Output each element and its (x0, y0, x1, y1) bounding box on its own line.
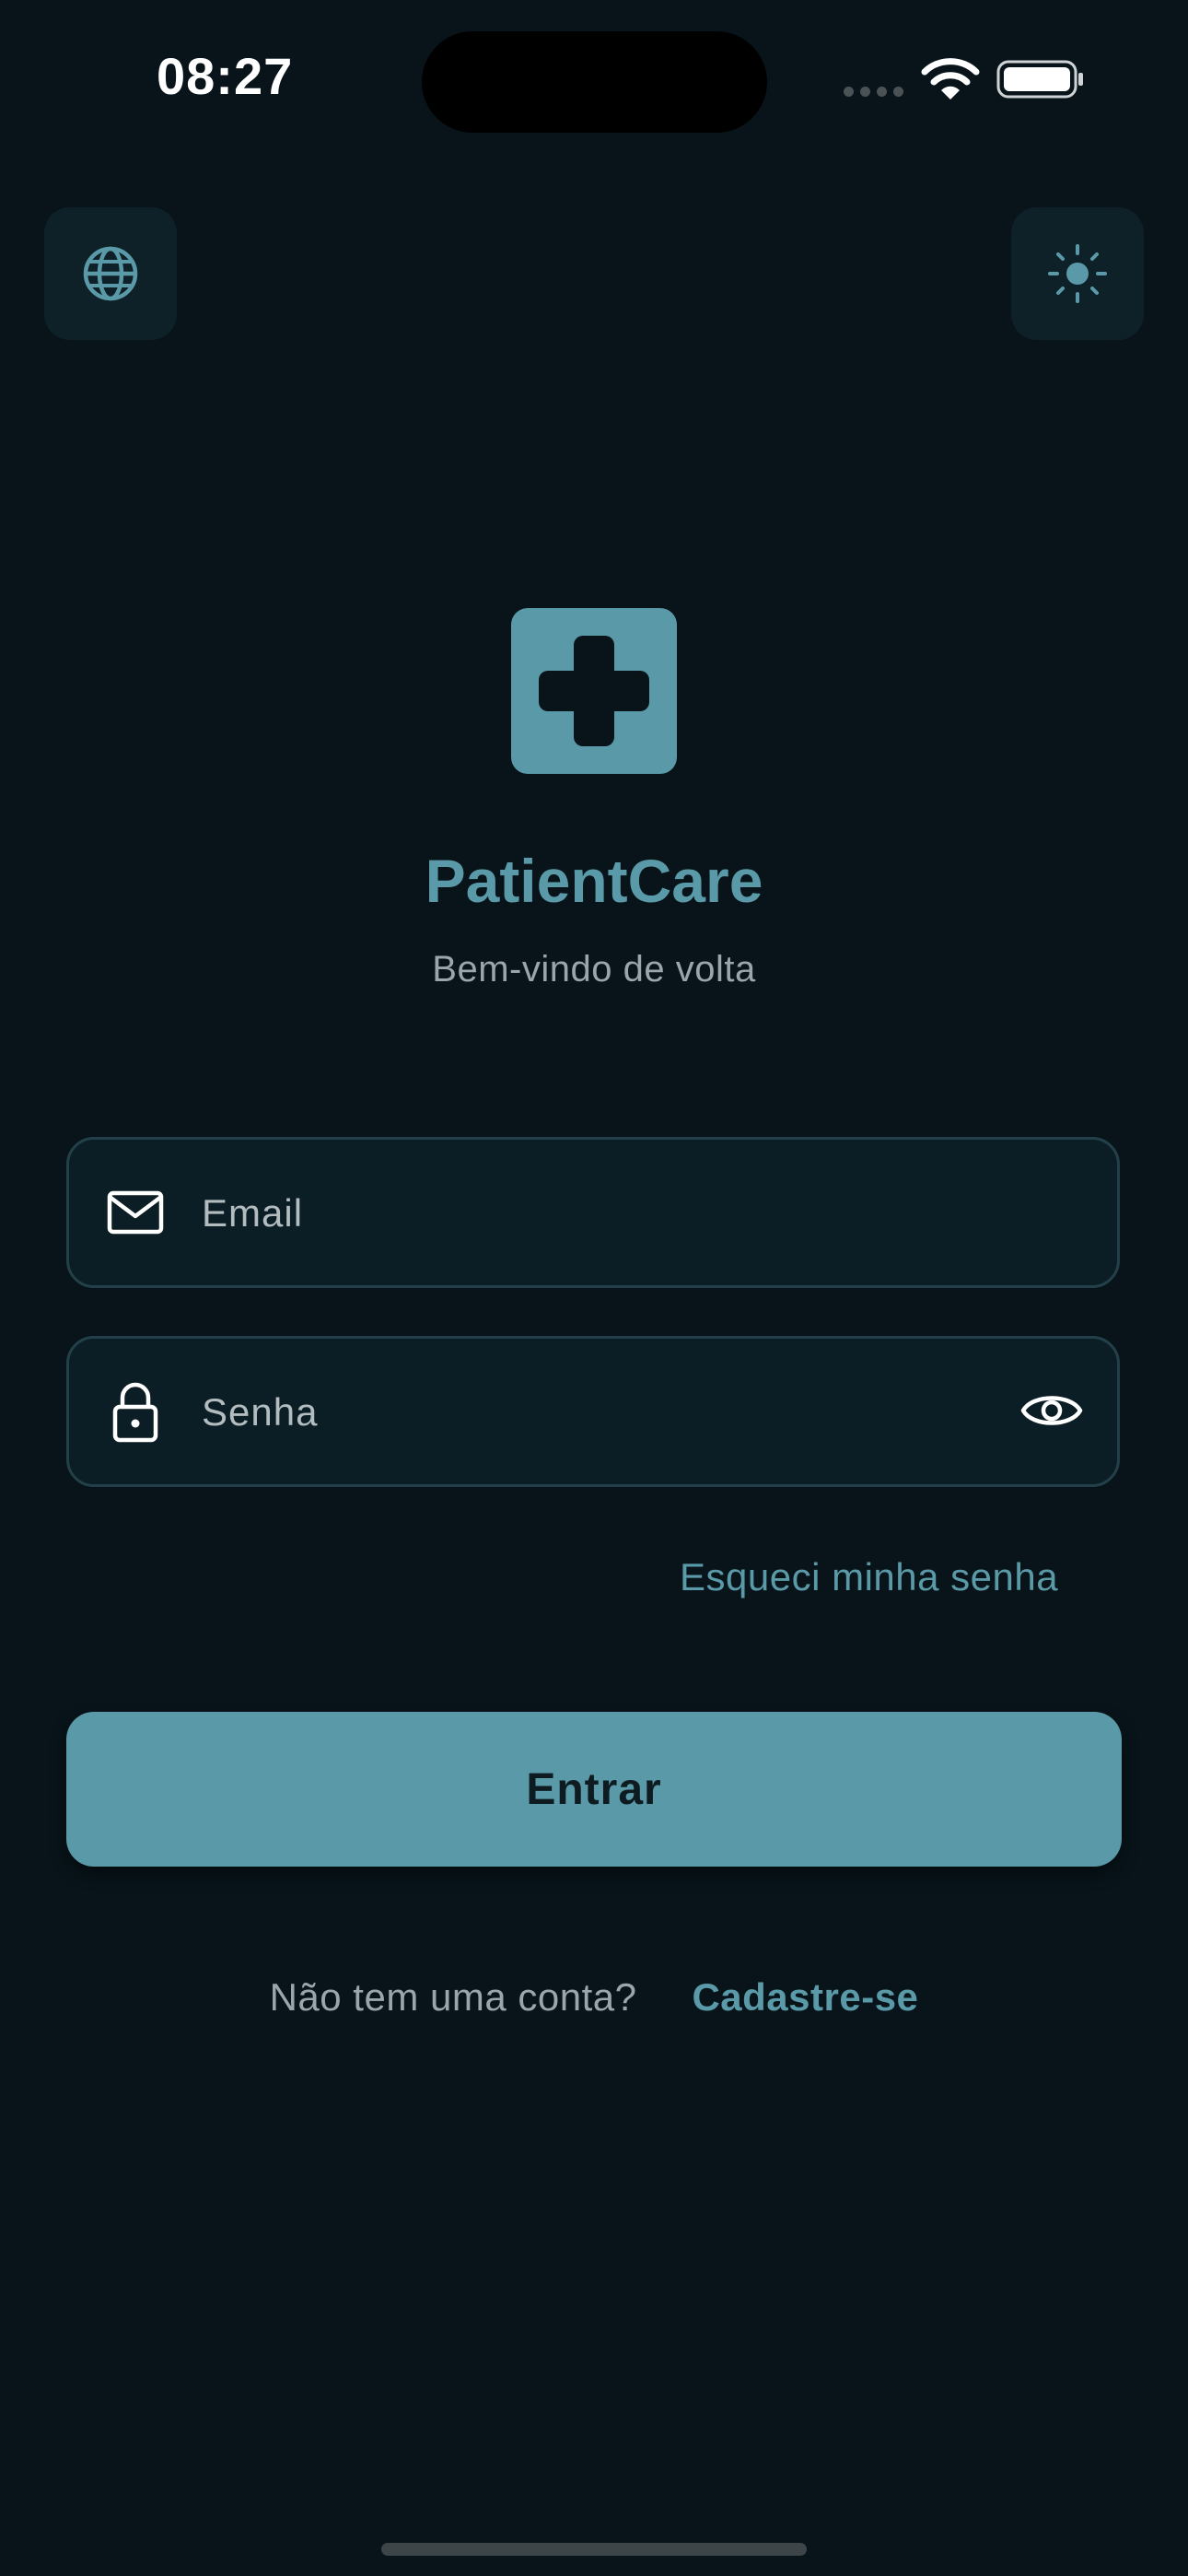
cellular-signal-icon (844, 87, 904, 98)
app-title: PatientCare (425, 847, 763, 915)
welcome-subtitle: Bem-vindo de volta (432, 949, 756, 989)
signup-row: Não tem uma conta? Cadastre-se (0, 1975, 1188, 2020)
lock-icon (112, 1382, 158, 1443)
mail-icon (107, 1190, 164, 1235)
email-input[interactable] (200, 1140, 986, 1287)
wifi-icon (921, 58, 980, 100)
app-logo (511, 608, 677, 774)
status-time: 08:27 (157, 47, 294, 105)
eye-icon[interactable] (1019, 1385, 1084, 1436)
dynamic-island (422, 31, 767, 133)
globe-icon (83, 246, 138, 301)
medical-cross-icon (539, 636, 649, 746)
login-button[interactable]: Entrar (66, 1712, 1122, 1867)
email-field[interactable] (66, 1137, 1120, 1288)
home-indicator[interactable] (381, 2543, 807, 2556)
theme-toggle-button[interactable] (1011, 207, 1144, 340)
battery-icon (996, 60, 1083, 99)
language-button[interactable] (44, 207, 177, 340)
password-input[interactable] (200, 1339, 986, 1486)
password-field[interactable] (66, 1336, 1120, 1487)
signup-prompt: Não tem uma conta? (269, 1975, 637, 2019)
sun-icon (1048, 244, 1107, 303)
signup-link[interactable]: Cadastre-se (692, 1975, 918, 2019)
forgot-password-link[interactable]: Esqueci minha senha (680, 1555, 1058, 1599)
